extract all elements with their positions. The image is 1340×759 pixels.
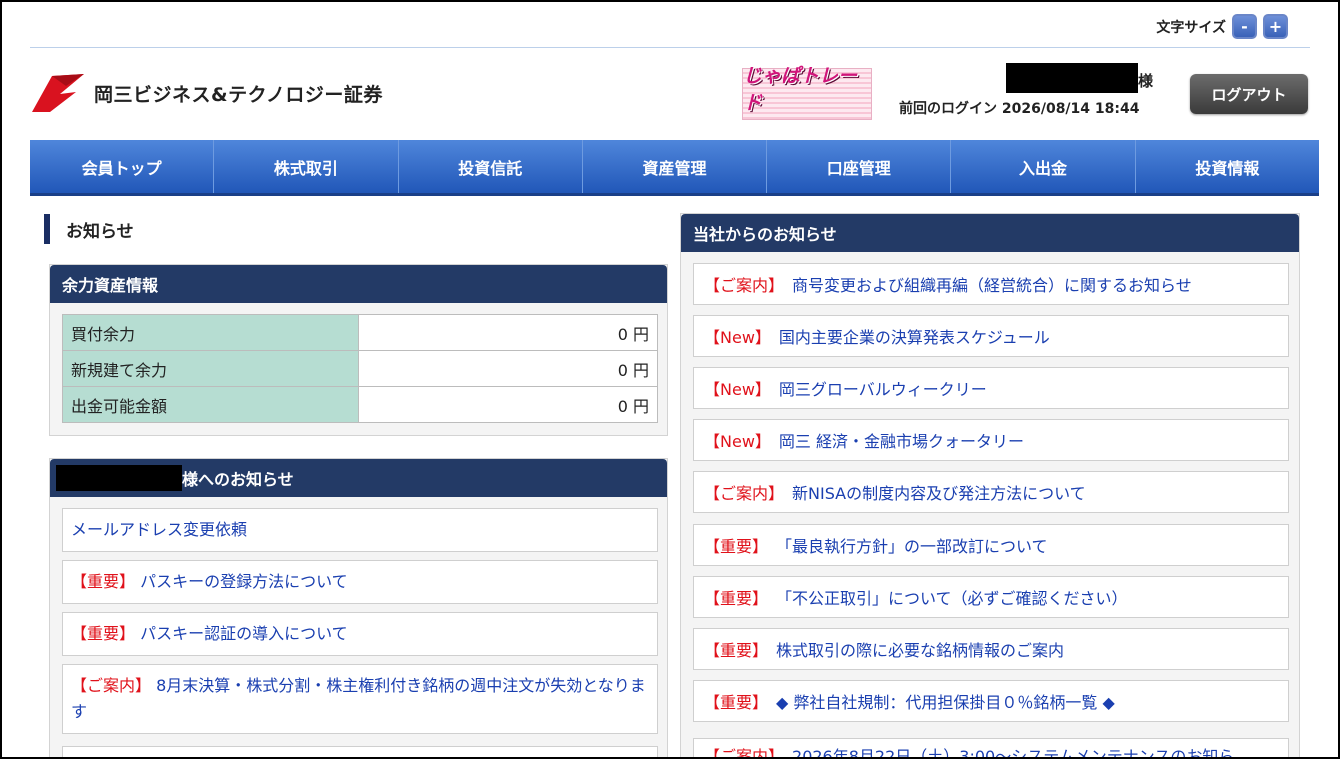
- nav-account-management[interactable]: 口座管理: [767, 140, 952, 193]
- list-item[interactable]: 【重要】 パスキーの登録方法について: [62, 560, 658, 604]
- company-news-title: 当社からのお知らせ: [681, 214, 1299, 252]
- main-nav: 会員トップ 株式取引 投資信託 資産管理 口座管理 入出金 投資情報: [30, 140, 1319, 196]
- font-size-label: 文字サイズ: [1156, 19, 1226, 36]
- news-text: 岡三グローバルウィークリー: [778, 380, 987, 399]
- balance-label: 新規建て余力: [62, 350, 359, 387]
- news-text: 商号変更および組織再編（経営統合）に関するお知らせ: [792, 276, 1192, 295]
- notice-text: メールアドレス変更依頼: [71, 520, 248, 539]
- news-text: 2026年8月22日（土）3:00〜システムメンテナンスのお知ら: [792, 747, 1235, 759]
- nav-investment-info[interactable]: 投資情報: [1136, 140, 1319, 193]
- last-login: 前回のログイン 2026/08/14 18:44: [899, 101, 1140, 117]
- list-item[interactable]: 【ご案内】 2026年8月22日（土）3:00〜システムメンテナンスのお知ら: [693, 738, 1289, 759]
- notice-tag: 【ご案内】: [71, 676, 152, 695]
- font-size-increase-button[interactable]: +: [1263, 14, 1288, 39]
- balance-value: 0 円: [358, 386, 658, 423]
- balance-panel: 余力資産情報 買付余力 0 円 新規建て余力 0 円 出金可能金額 0 円: [49, 264, 668, 436]
- news-text: ◆ 弊社自社規制：代用担保掛目０％銘柄一覧 ◆: [776, 693, 1115, 712]
- font-size-control: 文字サイズ - +: [1156, 14, 1288, 39]
- news-tag: 【重要】: [704, 537, 769, 556]
- news-tag: 【New】: [704, 380, 771, 399]
- news-text: 新NISAの制度内容及び発注方法について: [792, 484, 1086, 503]
- logout-button[interactable]: ログアウト: [1190, 74, 1308, 114]
- nav-deposit-withdrawal[interactable]: 入出金: [951, 140, 1136, 193]
- balance-label: 出金可能金額: [62, 386, 359, 423]
- news-text: 国内主要企業の決算発表スケジュール: [778, 328, 1050, 347]
- balance-table: 買付余力 0 円 新規建て余力 0 円 出金可能金額 0 円: [62, 314, 658, 423]
- notice-tag: 【重要】: [71, 624, 136, 643]
- news-tag: 【ご案内】: [704, 484, 785, 503]
- japa-trade-logo-text: じゃぱトレード: [743, 65, 858, 114]
- balance-panel-title: 余力資産情報: [50, 265, 667, 303]
- page-frame: 文字サイズ - + 岡三ビジネス&テクノロジー証券 じゃぱトレード 様 前回のロ…: [0, 0, 1340, 759]
- font-size-decrease-button[interactable]: -: [1232, 14, 1257, 39]
- notice-text: パスキー認証の導入について: [140, 624, 348, 643]
- notice-text: パスキーの登録方法について: [140, 572, 348, 591]
- list-item[interactable]: 【ご案内】 商号変更および組織再編（経営統合）に関するお知らせ: [693, 263, 1289, 305]
- list-item[interactable]: 【ご案内】 新NISAの制度内容及び発注方法について: [693, 471, 1289, 513]
- user-suffix: 様: [1138, 72, 1154, 90]
- japa-trade-banner[interactable]: じゃぱトレード: [742, 65, 872, 120]
- list-item[interactable]: 【重要】 パスキー認証の導入について: [62, 612, 658, 656]
- list-item[interactable]: 【重要】 「最良執行方針」の一部改訂について: [693, 524, 1289, 566]
- redacted-username: [56, 465, 182, 491]
- nav-member-top[interactable]: 会員トップ: [30, 140, 215, 193]
- list-item[interactable]: 【重要】 「不公正取引」について（必ずご確認ください）: [693, 576, 1289, 618]
- nav-stock-trading[interactable]: 株式取引: [214, 140, 399, 193]
- news-tag: 【ご案内】: [704, 747, 785, 759]
- table-row: 新規建て余力 0 円: [62, 350, 658, 387]
- list-item[interactable]: 【重要】 ◆ 弊社自社規制：代用担保掛目０％銘柄一覧 ◆: [693, 680, 1289, 722]
- news-tag: 【重要】: [704, 641, 769, 660]
- news-text: 「最良執行方針」の一部改訂について: [776, 537, 1048, 556]
- redacted-username: [1006, 63, 1138, 93]
- list-item[interactable]: メールアドレス変更依頼: [62, 508, 658, 552]
- personal-notice-panel: 様へのお知らせ メールアドレス変更依頼 【重要】 パスキーの登録方法について 【…: [49, 458, 668, 757]
- list-item[interactable]: 【New】 岡三 経済・金融市場クォータリー: [693, 419, 1289, 461]
- company-logo[interactable]: 岡三ビジネス&テクノロジー証券: [30, 72, 383, 114]
- list-item[interactable]: 【New】 岡三グローバルウィークリー: [693, 367, 1289, 409]
- news-tag: 【ご案内】: [704, 276, 785, 295]
- table-row: 買付余力 0 円: [62, 314, 658, 351]
- news-text: 岡三 経済・金融市場クォータリー: [778, 432, 1024, 451]
- list-item[interactable]: [62, 746, 658, 757]
- balance-value: 0 円: [358, 350, 658, 387]
- list-item[interactable]: 【ご案内】 8月末決算・株式分割・株主権利付き銘柄の週中注文が失効となります: [62, 664, 658, 734]
- balance-value: 0 円: [358, 314, 658, 351]
- notice-tag: 【重要】: [71, 572, 136, 591]
- list-item[interactable]: 【New】 国内主要企業の決算発表スケジュール: [693, 315, 1289, 357]
- table-row: 出金可能金額 0 円: [62, 386, 658, 423]
- news-text: 株式取引の際に必要な銘柄情報のご案内: [776, 641, 1065, 660]
- notice-text: 8月末決算・株式分割・株主権利付き銘柄の週中注文が失効となります: [71, 676, 646, 721]
- news-tag: 【New】: [704, 432, 771, 451]
- balance-label: 買付余力: [62, 314, 359, 351]
- nav-asset-management[interactable]: 資産管理: [583, 140, 768, 193]
- news-tag: 【New】: [704, 328, 771, 347]
- top-divider: [30, 47, 1310, 48]
- company-name: 岡三ビジネス&テクノロジー証券: [94, 83, 383, 106]
- page-title: お知らせ: [44, 214, 134, 244]
- logo-mark-icon: [32, 74, 84, 112]
- news-tag: 【重要】: [704, 589, 769, 608]
- news-text: 「不公正取引」について（必ずご確認ください）: [776, 589, 1128, 608]
- news-tag: 【重要】: [704, 693, 769, 712]
- list-item[interactable]: 【重要】 株式取引の際に必要な銘柄情報のご案内: [693, 628, 1289, 670]
- nav-investment-trust[interactable]: 投資信託: [399, 140, 583, 193]
- company-news-panel: 当社からのお知らせ 【ご案内】 商号変更および組織再編（経営統合）に関するお知ら…: [680, 213, 1300, 759]
